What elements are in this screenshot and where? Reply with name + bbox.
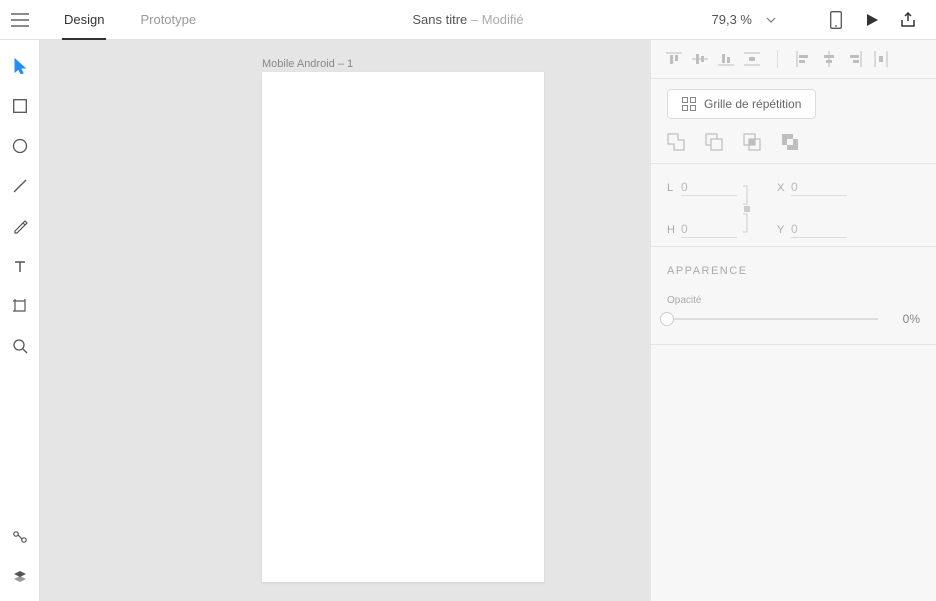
- tab-design[interactable]: Design: [62, 0, 106, 40]
- appearance-section: APPARENCE Opacité 0%: [651, 247, 936, 345]
- artboard-icon: [12, 298, 28, 314]
- artboard-tool[interactable]: [4, 290, 36, 322]
- assets-icon: [12, 530, 28, 544]
- pen-tool[interactable]: [4, 210, 36, 242]
- tab-prototype[interactable]: Prototype: [138, 0, 198, 40]
- pointer-icon: [13, 58, 27, 74]
- x-label: X: [777, 182, 791, 194]
- distribute-h[interactable]: [870, 48, 892, 70]
- artboard[interactable]: [262, 72, 544, 582]
- align-center-h[interactable]: [818, 48, 840, 70]
- artboard-name[interactable]: Mobile Android – 1: [262, 58, 353, 70]
- top-right-controls: 79,3 %: [712, 6, 936, 34]
- align-top-icon: [666, 52, 682, 66]
- opacity-slider[interactable]: [667, 318, 878, 320]
- document-title: Sans titre – Modifié: [412, 12, 523, 27]
- rectangle-icon: [13, 99, 27, 113]
- ellipse-tool[interactable]: [4, 130, 36, 162]
- device-icon: [830, 11, 842, 29]
- align-left[interactable]: [792, 48, 814, 70]
- mode-tabs: Design Prototype: [62, 0, 230, 40]
- play-button[interactable]: [858, 6, 886, 34]
- y-input[interactable]: 0: [791, 222, 847, 238]
- x-input[interactable]: 0: [791, 180, 847, 196]
- width-input[interactable]: 0: [681, 180, 737, 196]
- title-text: Sans titre: [412, 12, 467, 27]
- canvas-area[interactable]: Mobile Android – 1: [40, 40, 650, 601]
- layers-button[interactable]: [4, 561, 36, 593]
- menu-button[interactable]: [0, 0, 40, 40]
- line-icon: [12, 178, 28, 194]
- distribute-v[interactable]: [741, 48, 763, 70]
- path-operations: [667, 119, 920, 153]
- left-toolbar: [0, 40, 40, 601]
- exclude-icon: [781, 133, 799, 151]
- align-hcenter-icon: [822, 51, 836, 67]
- zoom-icon: [12, 338, 28, 354]
- repeat-grid-section: Grille de répétition: [651, 79, 936, 164]
- align-bottom[interactable]: [715, 48, 737, 70]
- align-left-icon: [796, 51, 810, 67]
- text-icon: [13, 259, 27, 273]
- repeat-grid-button[interactable]: Grille de répétition: [667, 89, 816, 119]
- zoom-dropdown[interactable]: 79,3 %: [712, 12, 776, 27]
- zoom-tool[interactable]: [4, 330, 36, 362]
- align-bottom-icon: [718, 52, 734, 66]
- device-preview-button[interactable]: [822, 6, 850, 34]
- inspector-panel: Grille de répétition L 0 X 0 H 0: [650, 40, 936, 601]
- distribute-h-icon: [874, 51, 888, 67]
- layers-icon: [12, 569, 28, 585]
- align-top[interactable]: [663, 48, 685, 70]
- y-label: Y: [777, 224, 791, 236]
- appearance-title: APPARENCE: [667, 265, 920, 277]
- chevron-down-icon: [766, 17, 776, 23]
- select-tool[interactable]: [4, 50, 36, 82]
- opacity-value[interactable]: 0%: [892, 312, 920, 326]
- play-icon: [865, 13, 879, 27]
- pen-icon: [12, 218, 28, 234]
- intersect-icon: [743, 133, 761, 151]
- share-button[interactable]: [894, 6, 922, 34]
- repeat-grid-label: Grille de répétition: [704, 97, 801, 111]
- alignment-row: [651, 40, 936, 79]
- transform-section: L 0 X 0 H 0 Y 0: [651, 164, 936, 247]
- align-right[interactable]: [844, 48, 866, 70]
- pathop-subtract[interactable]: [705, 133, 725, 153]
- distribute-v-icon: [744, 52, 760, 66]
- opacity-control: Opacité 0%: [667, 295, 920, 326]
- width-label: L: [667, 182, 681, 194]
- hamburger-icon: [11, 13, 29, 27]
- pathop-intersect[interactable]: [743, 133, 763, 153]
- height-input[interactable]: 0: [681, 222, 737, 238]
- rectangle-tool[interactable]: [4, 90, 36, 122]
- assets-button[interactable]: [4, 521, 36, 553]
- ellipse-icon: [12, 138, 28, 154]
- grid-icon: [682, 97, 696, 111]
- lock-aspect-icon[interactable]: [739, 184, 753, 234]
- align-middle-v[interactable]: [689, 48, 711, 70]
- align-vmiddle-icon: [692, 52, 708, 66]
- pathop-add[interactable]: [667, 133, 687, 153]
- title-modified: – Modifié: [467, 12, 523, 27]
- line-tool[interactable]: [4, 170, 36, 202]
- share-icon: [900, 12, 916, 28]
- opacity-label: Opacité: [667, 295, 920, 306]
- top-bar: Design Prototype Sans titre – Modifié 79…: [0, 0, 936, 40]
- height-label: H: [667, 224, 681, 236]
- pathop-exclude[interactable]: [781, 133, 801, 153]
- union-icon: [667, 133, 685, 151]
- opacity-slider-thumb[interactable]: [660, 312, 674, 326]
- text-tool[interactable]: [4, 250, 36, 282]
- zoom-value: 79,3 %: [712, 12, 752, 27]
- align-right-icon: [848, 51, 862, 67]
- subtract-icon: [705, 133, 723, 151]
